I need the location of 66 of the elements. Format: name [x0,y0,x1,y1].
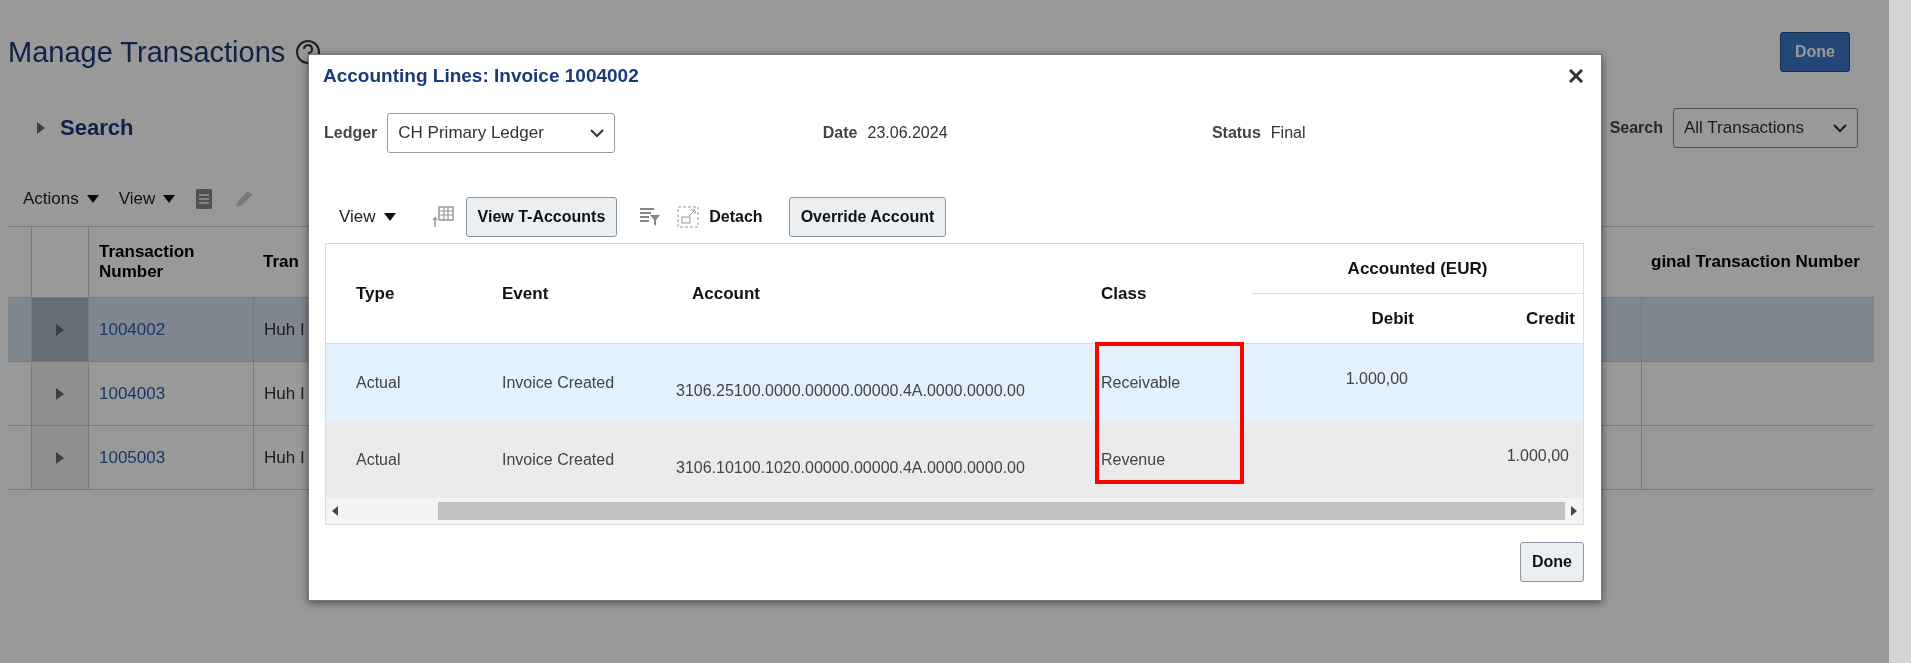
row-header-cell[interactable] [31,298,88,361]
date-label: Date [822,124,858,142]
expand-icon[interactable] [36,121,46,135]
table-cell: Receivable [1101,373,1181,392]
table-cell: 3106.25100.0000.00000.00000.4A.0000.0000.00 [676,381,1025,400]
scrollbar[interactable] [1889,0,1911,663]
table-row[interactable]: Actual Invoice Created 3106.10100.1020.00000.00000.4A.0000.0000.00 Revenue 1.000,00 [326,421,1583,498]
table-cell: Huh I [264,447,305,468]
table-cell: Actual [356,373,401,392]
saved-search-label: Search [1609,119,1663,137]
column-header[interactable]: Transaction Number [99,241,253,283]
filter-icon[interactable] [639,207,662,227]
page-title: Manage Transactions [8,35,286,69]
table-row[interactable]: Actual Invoice Created 3106.25100.0000.00000.00000.4A.0000.0000.00 Receivable 1.000,00 [326,344,1583,421]
caret-icon [86,195,99,203]
expand-icon[interactable] [55,450,65,465]
view-menu[interactable]: View [118,189,176,209]
column-header[interactable]: Class [1101,283,1147,304]
table-cell: Huh I [264,319,305,340]
row-header-cell[interactable] [31,426,88,489]
status-label: Status [1211,124,1261,142]
caret-icon [383,213,396,221]
column-header[interactable]: Event [502,283,549,304]
chevron-icon [1833,123,1847,133]
column-header[interactable]: ginal Transaction Number [1651,251,1860,273]
table-cell: Actual [356,450,401,469]
arrow-right-icon[interactable] [1571,506,1577,516]
column-group-header: Accounted (EUR) [1347,258,1488,279]
caret-icon [163,195,176,203]
document-icon[interactable] [195,188,214,210]
table-cell: Revenue [1101,450,1166,469]
expand-icon[interactable] [55,322,65,337]
override-account-button[interactable]: Override Account [788,197,947,237]
date-value: 23.06.2024 [867,124,948,142]
column-header[interactable]: Type [356,283,395,304]
saved-search-select[interactable]: All Transactions [1673,108,1858,148]
detach-icon[interactable] [677,206,700,228]
status-value: Final [1270,124,1306,142]
column-header[interactable]: Account [692,283,760,304]
table-cell: Invoice Created [502,373,615,392]
table-cell: Invoice Created [502,450,615,469]
ledger-select[interactable]: CH Primary Ledger [387,113,616,153]
view-t-accounts-button[interactable]: View T-Accounts [465,197,618,237]
column-header[interactable]: Tran [263,251,299,273]
expand-icon[interactable] [55,386,65,401]
table-cell: 3106.10100.1020.00000.00000.4A.0000.0000.00 [676,458,1025,477]
chevron-icon [590,128,605,138]
transaction-link[interactable]: 1004003 [99,383,166,404]
row-header-cell[interactable] [31,362,88,425]
detach-link[interactable]: Detach [709,208,763,226]
done-button[interactable]: Done [1520,542,1584,582]
table-cell: 1.000,00 [1345,369,1408,388]
ledger-label: Ledger [324,124,378,142]
transaction-link[interactable]: 1005003 [99,447,166,468]
close-icon[interactable] [1569,69,1583,83]
table-cell: 1.000,00 [1506,446,1569,465]
column-header[interactable]: Debit [1371,308,1414,329]
search-header[interactable]: Search [60,115,134,141]
table-cell: Huh I [264,383,305,404]
dialog-title: Accounting Lines: Invoice 1004002 [323,65,639,87]
arrow-left-icon[interactable] [332,506,338,516]
table-export-icon[interactable] [431,206,454,228]
column-header[interactable]: Credit [1525,308,1575,329]
view-menu[interactable]: View [339,207,396,227]
actions-menu[interactable]: Actions [23,189,99,209]
horizontal-scrollbar[interactable] [326,498,1583,524]
